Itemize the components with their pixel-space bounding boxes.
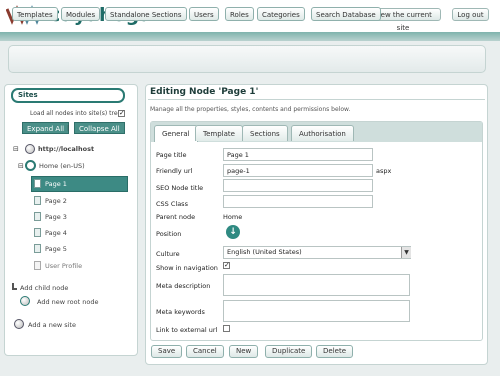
sites-title: Sites bbox=[11, 88, 125, 103]
meta-keywords-label: Meta keywords bbox=[156, 308, 205, 316]
link-external-label: Link to external url bbox=[156, 326, 218, 334]
friendly-url-suffix: aspx bbox=[376, 167, 392, 175]
main-nav bbox=[8, 45, 486, 73]
tree-collapse-toggle[interactable]: ⊟ bbox=[13, 145, 19, 153]
tree-collapse-toggle[interactable]: ⊟ bbox=[18, 162, 24, 170]
meta-keywords-field[interactable] bbox=[223, 300, 410, 322]
nav-search-database[interactable]: Search Database bbox=[311, 7, 381, 21]
collapse-all-button[interactable]: Collapse All bbox=[74, 122, 125, 134]
seo-title-label: SEO Node title bbox=[156, 184, 204, 192]
load-all-label: Load all nodes into site(s) tree bbox=[30, 110, 122, 117]
add-child-link[interactable]: Add child node bbox=[20, 284, 68, 292]
add-child-icon bbox=[12, 283, 17, 290]
root-node-home[interactable]: Home (en-US) bbox=[39, 162, 85, 170]
parent-node-label: Parent node bbox=[156, 213, 196, 221]
load-all-checkbox[interactable]: ✓ bbox=[118, 110, 125, 117]
culture-select[interactable]: English (United States) bbox=[223, 246, 411, 259]
tab-template[interactable]: Template bbox=[195, 125, 243, 141]
page-icon bbox=[34, 196, 41, 205]
add-root-link[interactable]: Add new root node bbox=[37, 298, 98, 306]
cancel-button[interactable]: Cancel bbox=[186, 345, 224, 358]
tree-node-label: Page 1 bbox=[45, 180, 67, 188]
page-icon bbox=[34, 244, 41, 253]
show-nav-label: Show in navigation bbox=[156, 264, 218, 272]
position-label: Position bbox=[156, 230, 182, 238]
friendly-url-label: Friendly url bbox=[156, 167, 193, 175]
expand-collapse-separator: | bbox=[67, 124, 70, 132]
meta-description-field[interactable] bbox=[223, 274, 410, 296]
tab-authorisation[interactable]: Authorisation bbox=[291, 125, 354, 141]
move-down-icon[interactable]: ↓ bbox=[226, 225, 240, 239]
nav-roles[interactable]: Roles bbox=[225, 7, 254, 21]
page-title-field[interactable] bbox=[223, 148, 373, 161]
logout-button[interactable]: Log out bbox=[452, 8, 489, 21]
dropdown-arrow-icon[interactable]: ▼ bbox=[401, 247, 411, 258]
nav-standalone-sections[interactable]: Standalone Sections bbox=[105, 7, 187, 21]
css-class-label: CSS Class bbox=[156, 200, 188, 208]
new-button[interactable]: New bbox=[229, 345, 259, 358]
nav-categories[interactable]: Categories bbox=[257, 7, 305, 21]
culture-label: Culture bbox=[156, 250, 180, 258]
show-nav-checkbox[interactable]: ✓ bbox=[223, 262, 230, 269]
add-site-icon bbox=[14, 319, 24, 329]
culture-selected-value: English (United States) bbox=[227, 248, 302, 256]
parent-node-value: Home bbox=[223, 213, 243, 221]
tree-node-page-3[interactable]: Page 3 bbox=[45, 213, 67, 221]
duplicate-button[interactable]: Duplicate bbox=[265, 345, 313, 358]
tree-node-page-5[interactable]: Page 5 bbox=[45, 245, 67, 253]
add-root-icon bbox=[20, 296, 30, 306]
expand-all-button[interactable]: Expand All bbox=[22, 122, 70, 134]
link-external-checkbox[interactable] bbox=[223, 325, 230, 332]
title-divider bbox=[148, 99, 485, 100]
page-icon bbox=[34, 212, 41, 221]
page-icon bbox=[34, 228, 41, 237]
nav-modules[interactable]: Modules bbox=[61, 7, 101, 21]
friendly-url-field[interactable] bbox=[223, 164, 373, 177]
page-icon bbox=[34, 261, 41, 270]
tree-node-page-4[interactable]: Page 4 bbox=[45, 229, 67, 237]
header-band bbox=[0, 32, 500, 41]
tab-sections[interactable]: Sections bbox=[242, 125, 288, 141]
nav-users[interactable]: Users bbox=[189, 7, 219, 21]
meta-desc-label: Meta description bbox=[156, 282, 211, 290]
globe-icon bbox=[25, 144, 35, 154]
page-title: Editing Node 'Page 1' bbox=[150, 87, 259, 97]
page-icon bbox=[34, 179, 41, 188]
save-button[interactable]: Save bbox=[151, 345, 183, 358]
tab-general[interactable]: General bbox=[154, 125, 198, 142]
delete-button[interactable]: Delete bbox=[316, 345, 353, 358]
css-class-field[interactable] bbox=[223, 195, 373, 208]
tree-node-page-2[interactable]: Page 2 bbox=[45, 197, 67, 205]
site-url[interactable]: http://localhost bbox=[38, 145, 94, 153]
page-subtitle: Manage all the properties, styles, conte… bbox=[150, 106, 351, 113]
add-site-link[interactable]: Add a new site bbox=[28, 321, 76, 329]
home-node-icon bbox=[25, 160, 36, 171]
nav-templates[interactable]: Templates bbox=[12, 7, 58, 21]
page-title-label: Page title bbox=[156, 151, 187, 159]
seo-title-field[interactable] bbox=[223, 179, 373, 192]
tree-node-user-profile[interactable]: User Profile bbox=[45, 262, 82, 270]
